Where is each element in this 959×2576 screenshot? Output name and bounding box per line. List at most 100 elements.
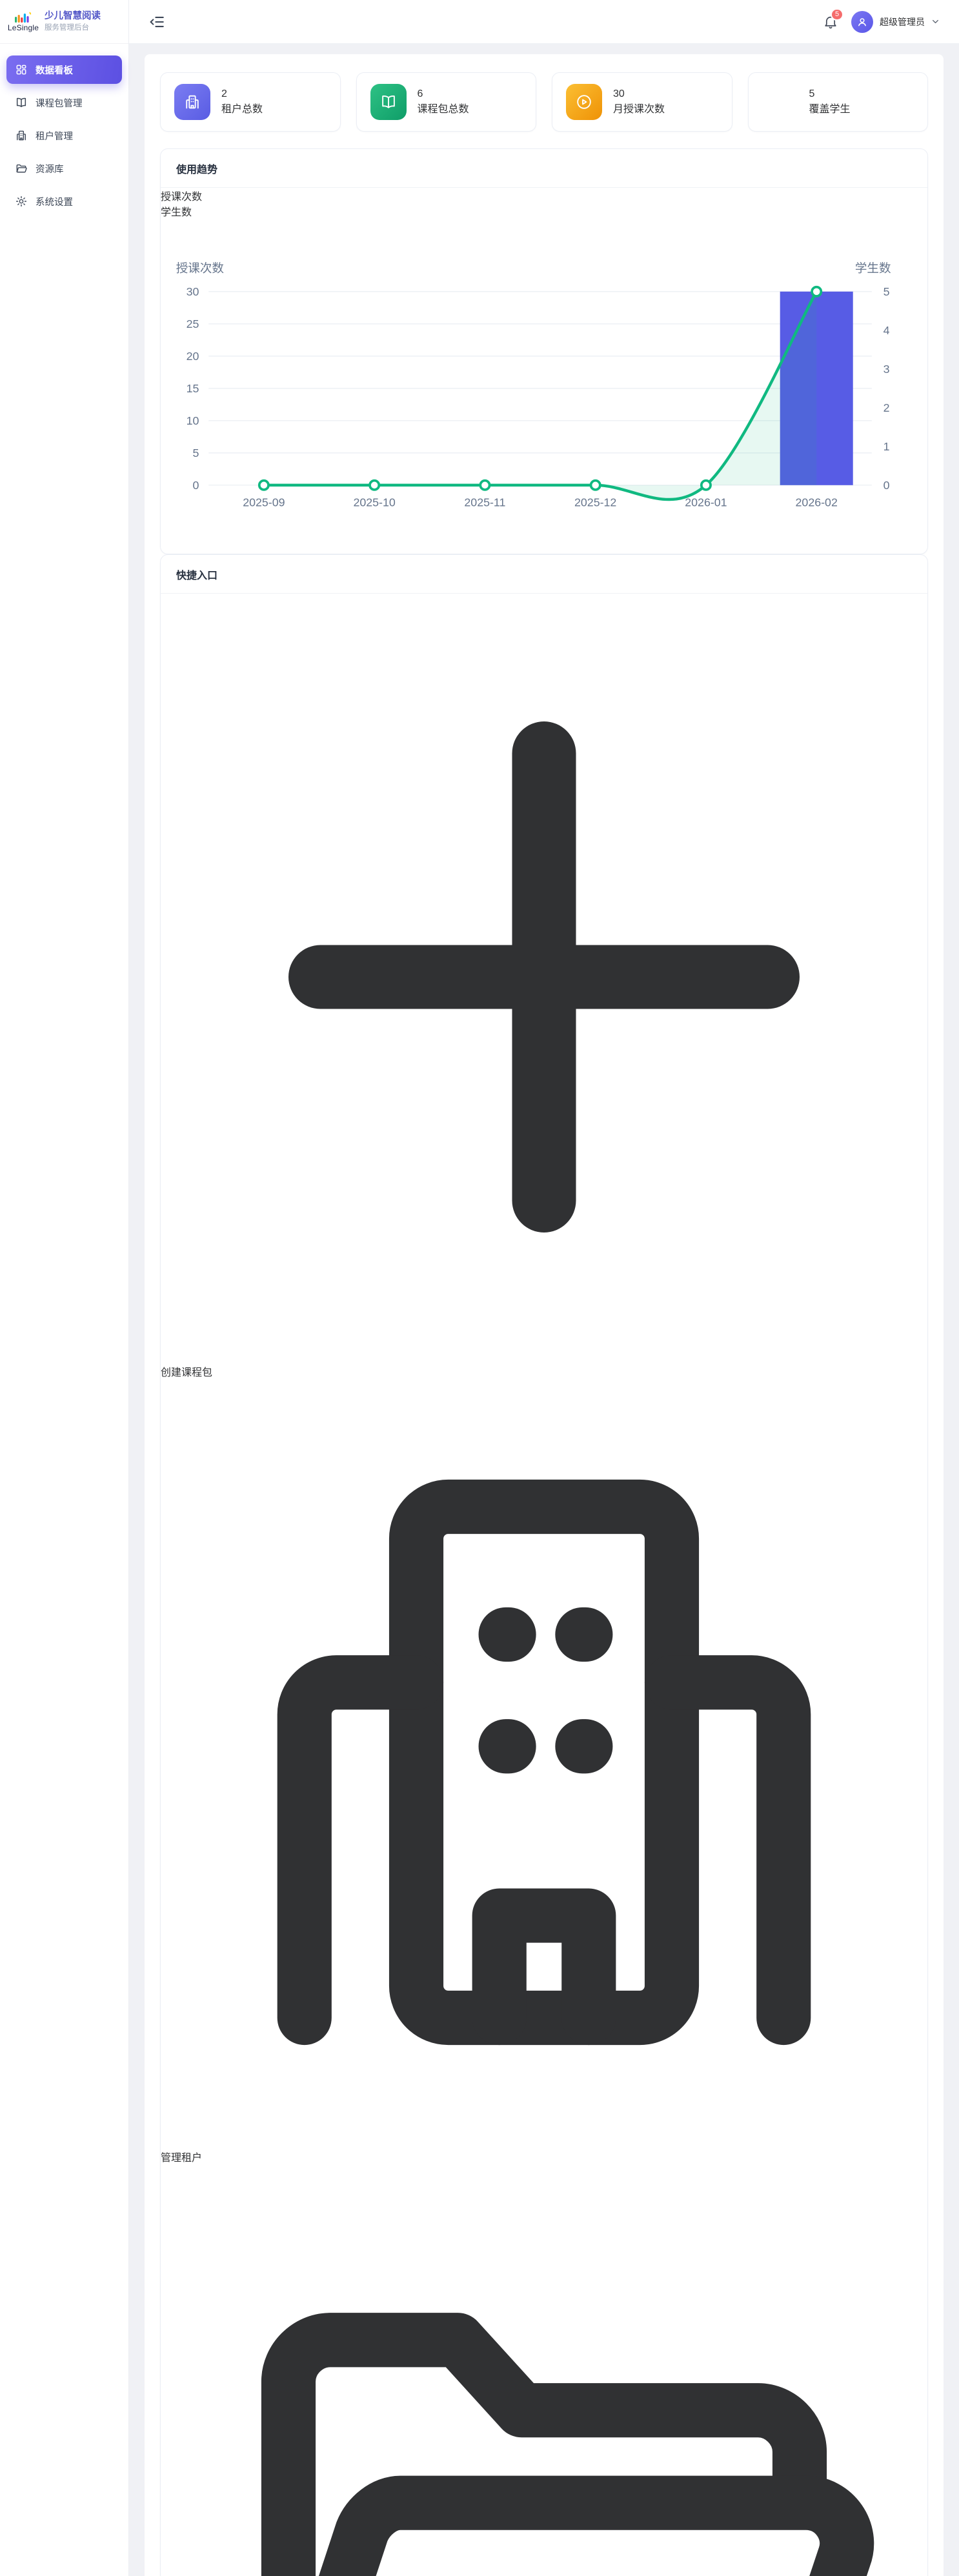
brand-text: 少儿智慧阅读 服务管理后台 (45, 10, 101, 33)
quick-link-resources[interactable]: 资源库 (161, 2164, 927, 2576)
svg-text:0: 0 (192, 479, 199, 492)
svg-text:授课次数: 授课次数 (176, 261, 225, 275)
legend-label: 授课次数 (161, 192, 202, 203)
building-icon (174, 84, 210, 120)
svg-text:2026-01: 2026-01 (685, 496, 727, 508)
sidebar-menu: 数据看板 课程包管理 租户管理 (0, 44, 128, 227)
open-book-icon (15, 96, 28, 109)
topbar: 5 超级管理员 (129, 0, 959, 44)
stat-value: 2 (221, 88, 263, 100)
stat-label: 课程包总数 (418, 100, 469, 116)
chevron-down-icon (931, 17, 940, 26)
sidebar-item-label: 数据看板 (35, 63, 73, 77)
svg-text:25: 25 (187, 317, 199, 330)
stat-label: 覆盖学生 (809, 100, 851, 116)
svg-text:学生数: 学生数 (855, 261, 891, 275)
sidebar-item-tenants[interactable]: 租户管理 (6, 121, 122, 150)
stat-value: 6 (418, 88, 469, 100)
folder-icon (15, 162, 28, 175)
sidebar-collapse-button[interactable] (148, 14, 165, 30)
sidebar-item-label: 系统设置 (35, 195, 73, 208)
sidebar-item-dashboard[interactable]: 数据看板 (6, 55, 122, 84)
app-root: LeSingle 少儿智慧阅读 服务管理后台 数据看板 (0, 0, 959, 2576)
students-icon (762, 84, 798, 120)
logo-bars-icon (15, 12, 32, 23)
brand-logo: LeSingle 少儿智慧阅读 服务管理后台 (0, 0, 128, 44)
legend-item-students[interactable]: 学生数 (161, 203, 927, 219)
stat-text: 5 覆盖学生 (809, 88, 851, 116)
quick-link-create-course[interactable]: 创建课程包 (161, 594, 927, 1379)
brand-subtitle: 服务管理后台 (45, 23, 101, 34)
user-menu[interactable]: 超级管理员 (851, 11, 940, 33)
notifications-button[interactable]: 5 (823, 14, 838, 30)
svg-text:1: 1 (883, 440, 890, 453)
stat-card-monthly-lessons: 30 月授课次数 (552, 72, 732, 132)
user-icon (856, 15, 869, 28)
stat-text: 2 租户总数 (221, 88, 263, 116)
stat-value: 5 (809, 88, 851, 100)
stats-row: 2 租户总数 6 课程包总数 (160, 72, 928, 132)
quick-links-list: 创建课程包 (161, 594, 927, 2576)
chart-legend: 授课次数 学生数 (161, 188, 927, 219)
usage-trend-chart: 授课次数 学生数 051015202530012345授课次数学生数2025-0… (161, 188, 927, 554)
svg-text:20: 20 (187, 350, 199, 363)
svg-text:2: 2 (883, 401, 890, 414)
svg-text:10: 10 (187, 414, 199, 427)
quick-link-label: 创建课程包 (161, 1367, 212, 1378)
topbar-right: 5 超级管理员 (823, 11, 940, 33)
svg-text:4: 4 (883, 324, 890, 337)
notification-count-badge: 5 (831, 8, 843, 21)
stat-card-tenants: 2 租户总数 (160, 72, 341, 132)
sidebar-item-label: 租户管理 (35, 129, 73, 143)
svg-text:2025-12: 2025-12 (574, 496, 616, 508)
dashboard-grid-icon (15, 63, 28, 76)
quick-links-title: 快捷入口 (161, 555, 927, 594)
gear-icon (15, 195, 28, 208)
building-icon (15, 129, 28, 142)
stat-label: 租户总数 (221, 100, 263, 116)
quick-link-label: 管理租户 (161, 2153, 202, 2164)
brand-mark: LeSingle (8, 12, 39, 32)
play-circle-icon (566, 84, 602, 120)
dashboard-panel: 2 租户总数 6 课程包总数 (145, 54, 944, 2576)
sidebar-item-label: 资源库 (35, 162, 64, 176)
usage-trend-title: 使用趋势 (161, 149, 927, 188)
stat-label: 月授课次数 (613, 100, 665, 116)
svg-text:2025-11: 2025-11 (464, 496, 505, 508)
svg-text:2025-10: 2025-10 (353, 496, 395, 508)
open-book-icon (370, 84, 407, 120)
trend-chart-svg: 0 5 10 15 20 25 30 0 1 2 3 4 5 授课次数 学生数 2025-09 2025-10 2… (161, 219, 927, 550)
quick-link-manage-tenants[interactable]: 管理租户 (161, 1379, 927, 2164)
avatar (851, 11, 873, 33)
stat-text: 30 月授课次数 (613, 88, 665, 116)
quick-links-card: 快捷入口 创建课程包 (160, 554, 928, 2576)
sidebar-item-course-packages[interactable]: 课程包管理 (6, 88, 122, 117)
brand-title: 少儿智慧阅读 (45, 10, 101, 23)
middle-row: 使用趋势 授课次数 学生数 (160, 148, 928, 2576)
user-name: 超级管理员 (880, 15, 925, 28)
svg-text:15: 15 (187, 382, 199, 395)
svg-text:2026-02: 2026-02 (796, 496, 838, 508)
svg-text:3: 3 (883, 363, 890, 376)
brand-logo-text: LeSingle (8, 23, 39, 32)
sidebar-item-label: 课程包管理 (35, 96, 83, 110)
legend-item-lessons[interactable]: 授课次数 (161, 188, 927, 203)
sidebar: LeSingle 少儿智慧阅读 服务管理后台 数据看板 (0, 0, 129, 2576)
collapse-sidebar-icon (148, 14, 165, 30)
building-icon (161, 2137, 927, 2148)
usage-trend-card: 使用趋势 授课次数 学生数 (160, 148, 928, 554)
stat-card-students: 5 覆盖学生 (748, 72, 929, 132)
svg-text:2025-09: 2025-09 (243, 496, 285, 508)
sidebar-item-resources[interactable]: 资源库 (6, 154, 122, 183)
stat-value: 30 (613, 88, 665, 100)
svg-text:0: 0 (883, 479, 890, 492)
sidebar-item-settings[interactable]: 系统设置 (6, 187, 122, 216)
stat-card-course-packages: 6 课程包总数 (356, 72, 537, 132)
svg-text:30: 30 (187, 285, 199, 298)
svg-text:5: 5 (883, 285, 890, 298)
content: 2 租户总数 6 课程包总数 (129, 44, 959, 2576)
svg-text:5: 5 (192, 447, 199, 459)
legend-label: 学生数 (161, 207, 192, 218)
plus-icon (161, 1352, 927, 1363)
stat-text: 6 课程包总数 (418, 88, 469, 116)
